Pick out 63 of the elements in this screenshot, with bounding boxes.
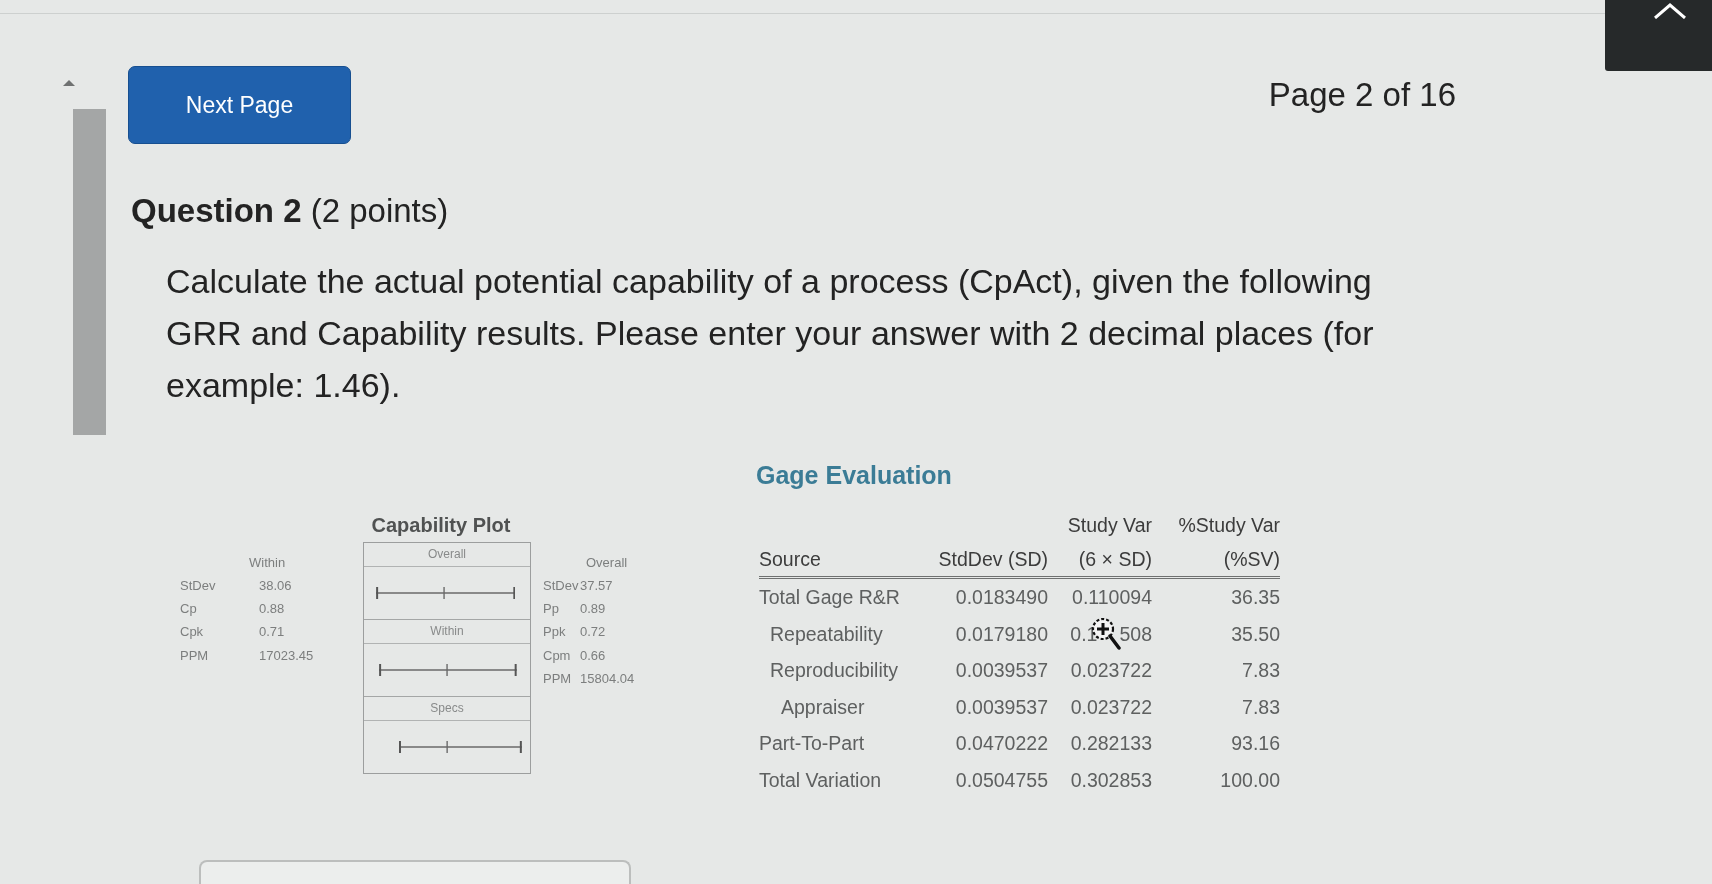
table-cell-text: 35.50 (1231, 621, 1280, 647)
stat-value: 0.88 (259, 600, 286, 617)
table-cell-text: 7.83 (1242, 694, 1280, 720)
chevron-up-icon (1653, 3, 1687, 19)
panel-label: Overall (364, 543, 530, 567)
table-cell-text: 7.83 (1242, 658, 1280, 684)
stat-label: Ppk (543, 624, 567, 641)
question-text: Calculate the actual potential capability of a process (CpAct), given the following GRR and Capability results. Please enter your answer with 2 decimal places (for example: 1.46). (166, 261, 1375, 406)
stat-value: 0.89 (580, 600, 607, 617)
scroll-up-arrow-icon[interactable] (63, 80, 75, 86)
stat-label: Pp (543, 600, 560, 617)
question-heading: Question 2 (2 points) (131, 191, 450, 231)
table-cell-text: 0.023722 (1070, 658, 1152, 684)
table-cell-text: 0.302853 (1070, 767, 1152, 793)
panel-label: Specs (364, 697, 530, 721)
table-cell-text: 0.023722 (1070, 694, 1152, 720)
row-label: Reproducibility (769, 658, 899, 684)
row-label: Part-To-Part (759, 731, 866, 757)
column-header: %Study Var (%SV) (1178, 513, 1280, 572)
stat-value: 17023.45 (259, 647, 314, 664)
scroll-to-top-button[interactable] (1605, 0, 1712, 71)
table-cell-text: 0.0183490 (955, 585, 1048, 610)
table-cell-text: 0.0039537 (955, 694, 1048, 720)
table-cell-text: 0.0039537 (955, 658, 1048, 684)
table-title: Gage Evaluation (756, 460, 952, 490)
row-label: Repeatability (769, 621, 884, 647)
plot-title: Capability Plot (371, 513, 511, 537)
panel-label: Within (364, 620, 530, 644)
column-header: Study Var (6 × SD) (1067, 513, 1152, 572)
stat-label: StDev (180, 577, 217, 594)
table-cell-text: 508 (1119, 621, 1152, 647)
column-header: Source (759, 547, 822, 572)
table-cell-text: 36.35 (1231, 585, 1280, 610)
row-label: Total Variation (759, 767, 883, 793)
stat-value: 37.57 (580, 577, 614, 594)
stats-heading: Overall (585, 554, 629, 572)
table-cell-text: 0.0470222 (955, 731, 1048, 757)
stats-heading: Within (248, 554, 287, 572)
answer-field[interactable] (199, 859, 631, 884)
stat-value: 15804.04 (580, 670, 635, 687)
scrollbar-thumb[interactable] (73, 109, 106, 435)
stat-label: Cpm (543, 647, 572, 664)
stat-value: 38.06 (259, 577, 293, 594)
table-cell-text: 0.110094 (1072, 585, 1152, 610)
row-label: Total Gage R&R (759, 585, 901, 610)
stat-value: 0.71 (259, 624, 286, 641)
table-cell-text: 0.0504755 (955, 767, 1048, 793)
stat-value: 0.66 (580, 647, 607, 664)
stat-label: PPM (543, 670, 573, 687)
page-indicator: Page 2 of 16 (1268, 76, 1456, 114)
table-cell-text: 0.282133 (1070, 731, 1152, 757)
row-label: Appraiser (780, 694, 866, 720)
stat-label: Cp (180, 600, 198, 617)
next-page-button[interactable]: Next Page (128, 66, 351, 144)
column-header: StdDev (SD) (938, 547, 1048, 572)
table-cell-text: 100.00 (1220, 767, 1280, 793)
table-cell-text: 0.1 (1070, 621, 1098, 647)
stat-label: StDev (543, 577, 580, 594)
stat-value: 0.72 (580, 624, 607, 641)
table-cell-text: 0.0179180 (955, 621, 1048, 647)
stat-label: PPM (180, 647, 210, 664)
table-cell-text: 93.16 (1231, 731, 1280, 757)
stat-label: Cpk (180, 624, 205, 641)
